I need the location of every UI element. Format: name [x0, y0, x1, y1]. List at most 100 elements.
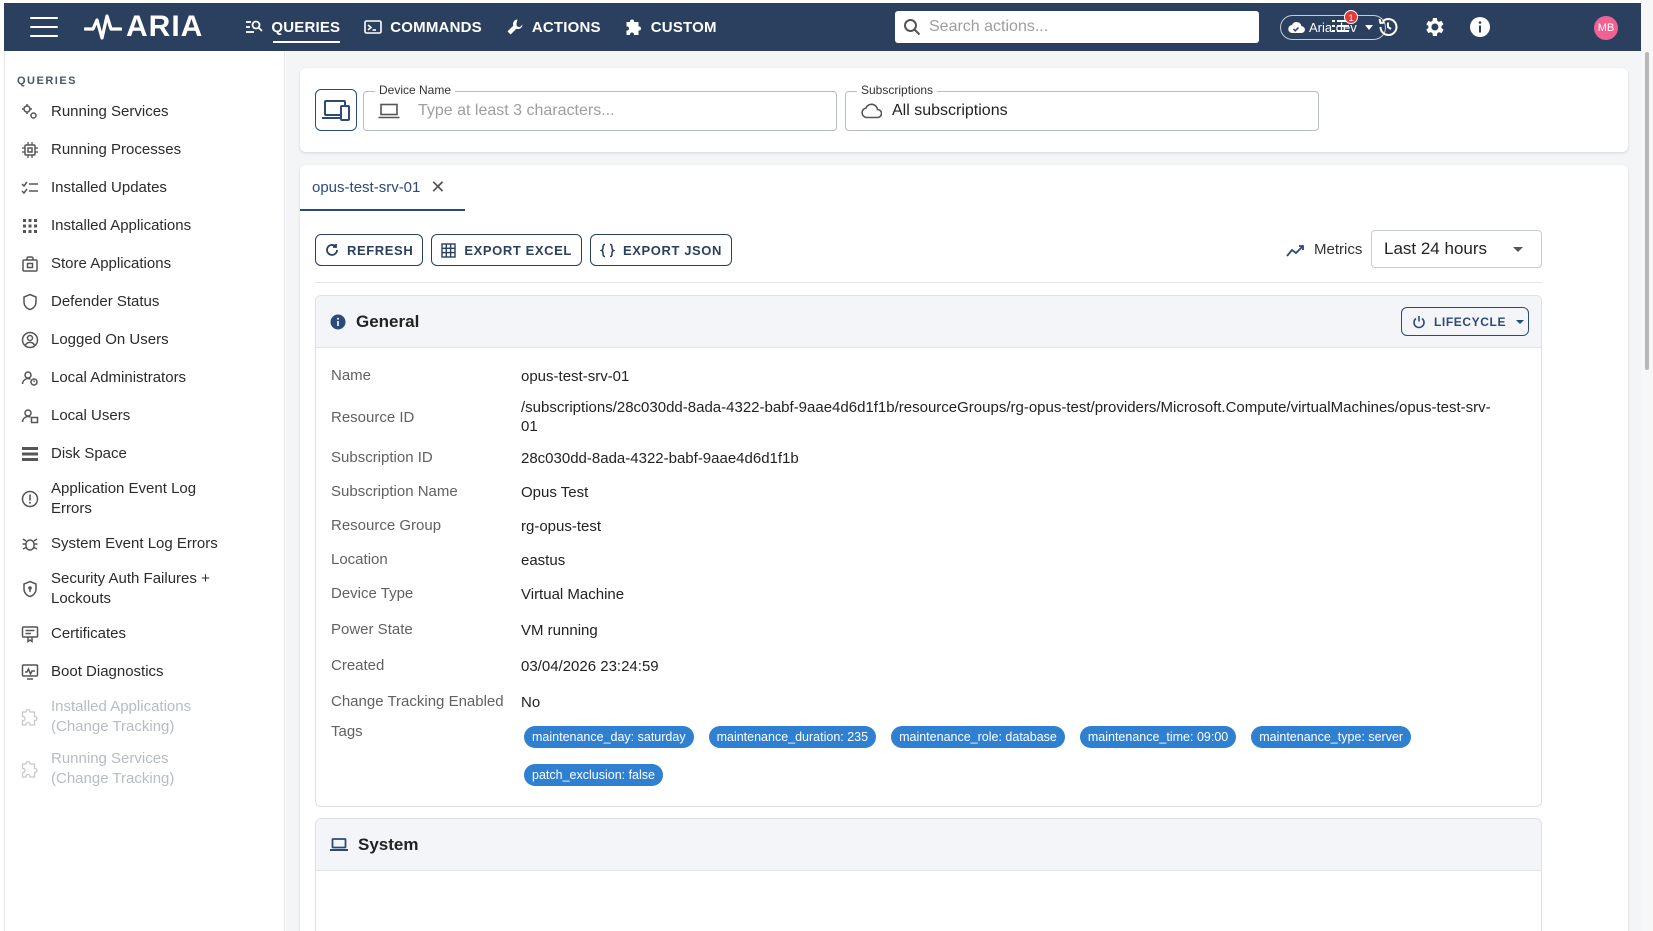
chip-icon: [21, 141, 39, 159]
nav-custom[interactable]: CUSTOM: [613, 3, 729, 51]
checklist-icon: [21, 179, 39, 197]
wrench-icon: [507, 19, 523, 35]
sidebar-item-system-event-log-errors[interactable]: System Event Log Errors: [5, 525, 285, 563]
time-range-select[interactable]: Last 24 hours: [1371, 230, 1542, 268]
detail-row-name: Name opus-test-srv-01: [331, 367, 1521, 386]
top-app-bar: ARIA QUERIES COMMANDS ACTIONS CUSTOM Ari…: [4, 3, 1641, 51]
store-icon: [21, 255, 39, 273]
device-name-field[interactable]: Device Name: [363, 83, 837, 131]
device-name-label: Device Name: [375, 83, 456, 97]
sidebar-item-label: System Event Log Errors: [51, 535, 218, 552]
search-box[interactable]: [895, 11, 1259, 43]
detail-value: /subscriptions/28c030dd-8ada-4322-babf-9…: [521, 399, 1491, 435]
tab-device[interactable]: opus-test-srv-01 ✕: [300, 165, 465, 211]
sidebar-item-local-administrators[interactable]: Local Administrators: [5, 359, 285, 397]
sidebar-item-local-users[interactable]: Local Users: [5, 397, 285, 435]
certificate-icon: [21, 625, 39, 643]
sidebar-item-certificates[interactable]: Certificates: [5, 615, 285, 653]
nav-commands[interactable]: COMMANDS: [352, 3, 494, 51]
scrollbar-thumb[interactable]: [1645, 52, 1649, 370]
user-avatar[interactable]: MB: [1594, 16, 1618, 40]
sidebar-item-security-auth-failures[interactable]: Security Auth Failures + Lockouts: [5, 563, 285, 615]
detail-row-power-state: Power State VM running: [331, 621, 1521, 640]
sidebar-item-running-services-change-tracking[interactable]: Running Services (Change Tracking): [5, 743, 285, 795]
sidebar-list: Running Services Running Processes Insta…: [5, 93, 285, 795]
app-name: ARIA: [126, 10, 204, 43]
tag-chip: maintenance_type: server: [1251, 726, 1412, 748]
detail-value: rg-opus-test: [521, 518, 602, 535]
system-section: System: [315, 818, 1542, 931]
section-title: General: [356, 311, 420, 331]
sidebar-item-disk-space[interactable]: Disk Space: [5, 435, 285, 473]
cloud-icon: [861, 103, 882, 119]
chevron-down-icon: [1364, 25, 1373, 30]
info-button[interactable]: [1468, 15, 1492, 39]
sidebar-item-installed-updates[interactable]: Installed Updates: [5, 169, 285, 207]
sidebar-item-label: Running Processes: [51, 141, 182, 158]
sidebar-item-installed-applications[interactable]: Installed Applications: [5, 207, 285, 245]
detail-key: Change Tracking Enabled: [331, 693, 504, 710]
detail-row-device-type: Device Type Virtual Machine: [331, 585, 1521, 604]
sidebar-item-defender-status[interactable]: Defender Status: [5, 283, 285, 321]
sidebar-item-running-processes[interactable]: Running Processes: [5, 131, 285, 169]
shield-icon: [21, 293, 39, 311]
info-icon: [1470, 17, 1490, 37]
sidebar-item-label: Installed Applications (Change Tracking): [51, 698, 192, 735]
refresh-button[interactable]: REFRESH: [315, 234, 424, 266]
sidebar-item-boot-diagnostics[interactable]: Boot Diagnostics: [5, 653, 285, 691]
lifecycle-button[interactable]: LIFECYCLE: [1401, 307, 1529, 336]
detail-value: No: [521, 694, 541, 711]
detail-row-subscription-id: Subscription ID 28c030dd-8ada-4322-babf-…: [331, 449, 1521, 468]
sidebar-item-label: Local Users: [51, 407, 131, 424]
subscriptions-value: All subscriptions: [892, 102, 1008, 119]
settings-button[interactable]: [1422, 15, 1446, 39]
nav-actions[interactable]: ACTIONS: [494, 3, 613, 51]
notification-badge: 1: [1344, 10, 1358, 24]
menu-icon[interactable]: [30, 17, 58, 37]
queries-icon: [246, 20, 263, 33]
nav-queries[interactable]: QUERIES: [233, 3, 352, 51]
export-excel-button[interactable]: EXPORT EXCEL: [431, 234, 582, 266]
sidebar-item-label: Security Auth Failures + Lockouts: [51, 570, 210, 607]
storage-icon: [21, 445, 39, 463]
bug-icon: [21, 535, 39, 553]
sidebar-item-store-applications[interactable]: Store Applications: [5, 245, 285, 283]
app-logo[interactable]: ARIA: [84, 10, 203, 44]
notifications-button[interactable]: 1: [1330, 10, 1358, 39]
detail-value: eastus: [521, 552, 566, 569]
system-section-header: System: [316, 819, 1541, 871]
sidebar-item-application-event-log-errors[interactable]: Application Event Log Errors: [5, 473, 285, 525]
tag-chip: maintenance_time: 09:00: [1079, 726, 1237, 748]
gear-icon: [1426, 18, 1444, 36]
export-json-button[interactable]: EXPORT JSON: [589, 234, 733, 266]
terminal-icon: [364, 20, 383, 34]
history-button[interactable]: [1376, 15, 1400, 39]
search-input[interactable]: [929, 18, 1229, 36]
monitor-icon: [21, 663, 39, 681]
detail-key: Subscription ID: [331, 449, 433, 466]
metrics-toggle[interactable]: Metrics: [1286, 241, 1362, 258]
laptop-icon: [378, 103, 400, 119]
chevron-down-icon: [1513, 247, 1523, 252]
sidebar-item-running-services[interactable]: Running Services: [5, 93, 285, 131]
close-icon[interactable]: ✕: [430, 177, 445, 198]
sidebar-item-label: Store Applications: [51, 255, 172, 272]
nav-label: QUERIES: [271, 18, 341, 36]
sidebar-item-installed-applications-change-tracking[interactable]: Installed Applications (Change Tracking): [5, 691, 285, 743]
sidebar-item-logged-on-users[interactable]: Logged On Users: [5, 321, 285, 359]
sidebar-item-label: Installed Updates: [51, 179, 167, 196]
subscriptions-field[interactable]: Subscriptions All subscriptions: [845, 83, 1319, 131]
detail-value: opus-test-srv-01: [521, 368, 630, 385]
tag-chip: maintenance_day: saturday: [524, 726, 694, 748]
page-scrollbar[interactable]: [1641, 0, 1653, 931]
sidebar: QUERIES Running Services Running Process…: [4, 51, 285, 931]
detail-key: Power State: [331, 621, 413, 638]
detail-key: Device Type: [331, 585, 414, 602]
sidebar-item-label: Running Services: [51, 103, 169, 120]
device-name-input[interactable]: [418, 102, 798, 120]
device-picker-button[interactable]: [315, 89, 357, 131]
gears-icon: [21, 103, 39, 121]
general-section: General LIFECYCLE Name opus-test-srv-01 …: [315, 295, 1542, 807]
time-range-value: Last 24 hours: [1384, 239, 1488, 258]
sidebar-item-label: Installed Applications: [51, 217, 192, 234]
